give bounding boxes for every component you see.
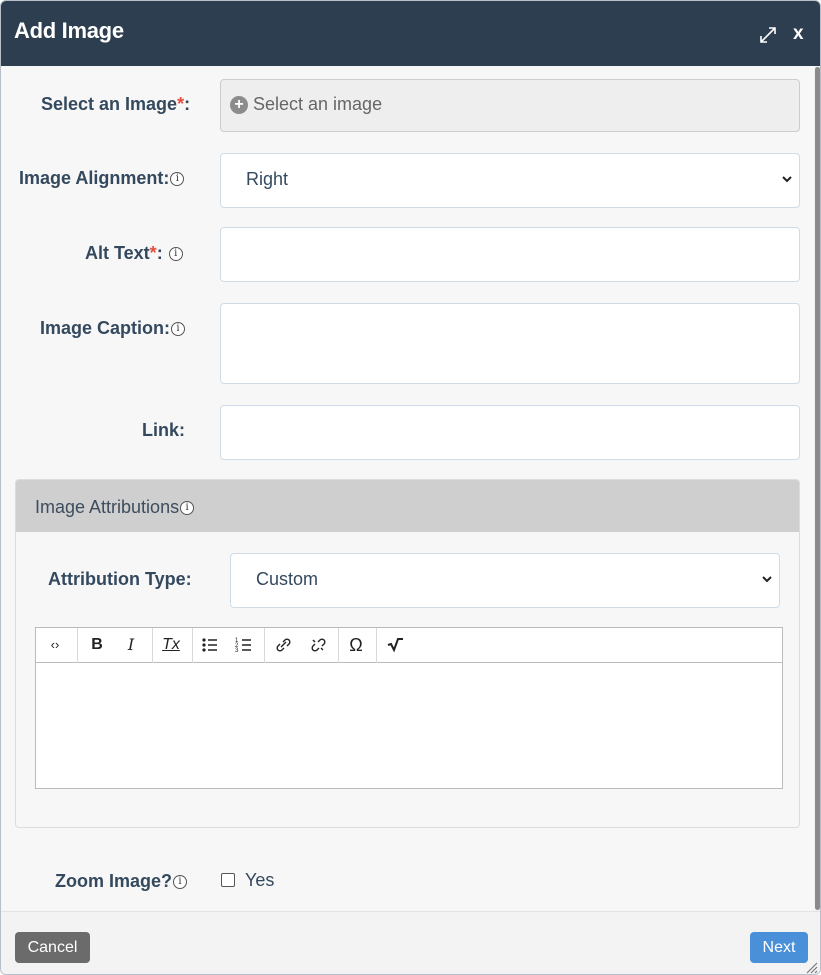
- remove-format-button[interactable]: Tx: [157, 633, 185, 657]
- scrollbar-thumb[interactable]: [815, 67, 820, 910]
- chevron-down-icon: [762, 576, 772, 583]
- info-icon[interactable]: i: [168, 247, 183, 262]
- dialog-titlebar: Add Image x: [1, 1, 820, 66]
- info-icon[interactable]: i: [173, 875, 188, 890]
- numbered-list-icon[interactable]: 123: [230, 633, 258, 657]
- image-alignment-label-text: Image Alignment:: [19, 168, 170, 188]
- select-image-label-text: Select an Image: [41, 94, 178, 114]
- cancel-button[interactable]: Cancel: [15, 932, 90, 963]
- zoom-image-label: Zoom Image? i: [55, 871, 188, 892]
- bulleted-list-icon[interactable]: [196, 633, 224, 657]
- next-button[interactable]: Next: [750, 932, 808, 963]
- toolbar-separator: [77, 628, 78, 663]
- alt-text-label-text: Alt Text: [85, 243, 150, 263]
- special-character-button[interactable]: Ω: [342, 633, 370, 657]
- zoom-image-label-text: Zoom Image?: [55, 871, 173, 891]
- image-alignment-select[interactable]: Right: [220, 153, 800, 208]
- label-suffix: :: [184, 94, 191, 114]
- image-attributions-title: Image Attributions i: [35, 497, 195, 518]
- image-caption-label-text: Image Caption:: [40, 318, 171, 338]
- link-input[interactable]: [220, 405, 800, 460]
- info-icon[interactable]: i: [171, 322, 186, 337]
- attribution-type-label: Attribution Type:: [48, 569, 192, 589]
- zoom-image-yes-label[interactable]: Yes: [245, 870, 274, 891]
- editor-content-area[interactable]: [36, 664, 782, 788]
- image-attributions-header: Image Attributions i: [16, 480, 799, 532]
- image-picker-placeholder: Select an image: [253, 94, 383, 114]
- image-caption-label: Image Caption: i: [40, 318, 186, 339]
- alt-text-input[interactable]: [220, 227, 800, 282]
- toolbar-separator: [338, 628, 339, 663]
- resize-grip-icon[interactable]: [804, 960, 818, 974]
- image-picker[interactable]: + Select an image: [220, 79, 800, 132]
- chevron-down-icon: [782, 176, 792, 183]
- info-icon[interactable]: i: [170, 172, 185, 187]
- image-caption-textarea[interactable]: [220, 303, 800, 384]
- unlink-icon[interactable]: [304, 633, 332, 657]
- italic-button[interactable]: I: [117, 633, 145, 657]
- toolbar-separator: [192, 628, 193, 663]
- source-code-icon[interactable]: ‹›: [41, 633, 69, 657]
- attribution-editor: ‹› B I Tx 123 Ω: [35, 627, 783, 789]
- zoom-image-checkbox[interactable]: [221, 873, 235, 887]
- bold-button[interactable]: B: [83, 633, 111, 657]
- svg-text:3: 3: [235, 648, 239, 654]
- dialog-footer: Cancel Next: [1, 911, 820, 974]
- toolbar-separator: [376, 628, 377, 663]
- editor-toolbar: ‹› B I Tx 123 Ω: [36, 628, 782, 663]
- link-icon[interactable]: [269, 633, 297, 657]
- image-alignment-label: Image Alignment: i: [19, 168, 185, 189]
- required-mark: *: [149, 243, 157, 263]
- toolbar-separator: [264, 628, 265, 663]
- toolbar-separator: [152, 628, 153, 663]
- info-icon[interactable]: i: [180, 501, 195, 516]
- image-attributions-title-text: Image Attributions: [35, 497, 180, 517]
- link-label: Link:: [142, 420, 185, 440]
- attribution-type-select[interactable]: Custom: [230, 553, 780, 608]
- image-alignment-value: Right: [246, 169, 289, 189]
- plus-circle-icon: +: [230, 96, 248, 114]
- alt-text-label: Alt Text*: i: [85, 243, 183, 264]
- add-image-dialog: Add Image x Select an Image*: + Select a…: [0, 0, 821, 975]
- close-button[interactable]: x: [793, 23, 804, 45]
- attribution-type-value: Custom: [256, 569, 319, 589]
- select-image-label: Select an Image*:: [41, 94, 190, 115]
- math-sqrt-icon[interactable]: [382, 633, 410, 657]
- label-suffix: :: [156, 243, 163, 263]
- scrollbar[interactable]: [814, 66, 820, 911]
- expand-icon[interactable]: [758, 25, 778, 45]
- dialog-title: Add Image: [14, 18, 124, 43]
